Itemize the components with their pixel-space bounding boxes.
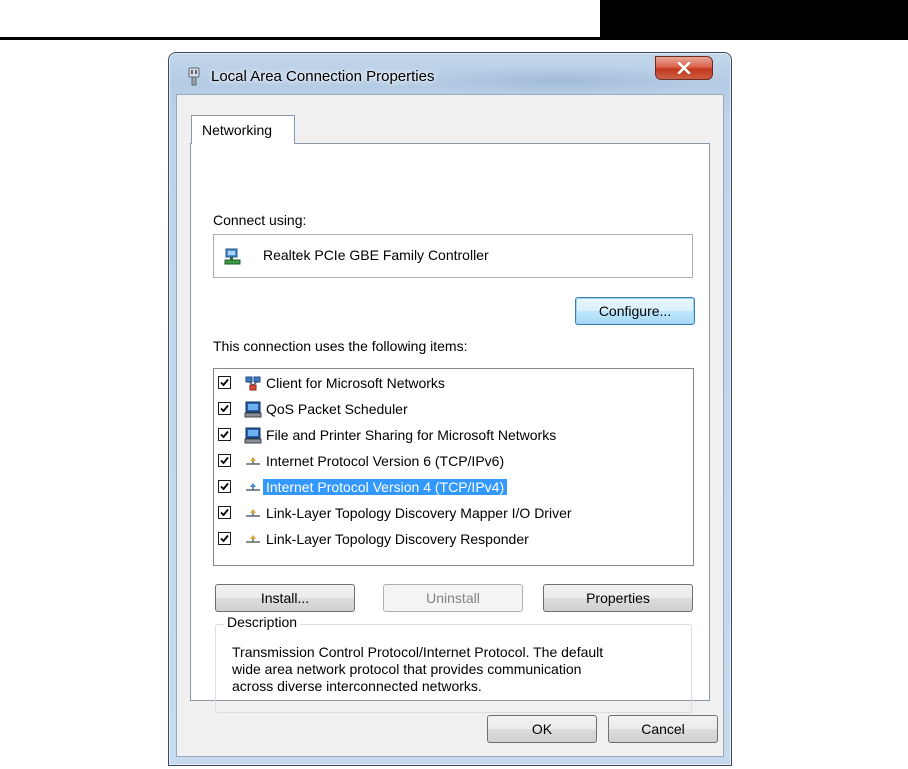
checkmark-icon [220,456,229,465]
list-item-label: Client for Microsoft Networks [266,375,445,391]
list-item-label: Link-Layer Topology Discovery Responder [266,531,529,547]
list-item-label: Internet Protocol Version 6 (TCP/IPv6) [266,453,505,469]
components-list[interactable]: Client for Microsoft Networks QoS Packet… [213,368,694,566]
checkbox[interactable] [218,506,231,519]
checkbox[interactable] [218,376,231,389]
network-adapter-icon [224,248,241,265]
checkbox[interactable] [218,480,231,493]
dialog-client-area: Networking Connect using: Realtek PCIe G… [176,94,724,757]
checkmark-icon [220,534,229,543]
checkbox[interactable] [218,402,231,415]
description-label: Description [224,614,301,630]
adapter-field: Realtek PCIe GBE Family Controller [213,234,693,278]
protocol-icon [246,509,260,517]
checkmark-icon [220,378,229,387]
items-label: This connection uses the following items… [213,338,468,354]
install-button[interactable]: Install... [215,584,355,612]
description-text: Transmission Control Protocol/Internet P… [232,644,672,695]
uninstall-button[interactable]: Uninstall [383,584,523,612]
list-item-label: Link-Layer Topology Discovery Mapper I/O… [266,505,572,521]
properties-button[interactable]: Properties [543,584,693,612]
description-line: Transmission Control Protocol/Internet P… [232,644,604,660]
list-item-label: File and Printer Sharing for Microsoft N… [266,427,557,443]
dialog-title: Local Area Connection Properties [211,68,435,85]
tab-networking[interactable]: Networking [191,115,295,144]
configure-button[interactable]: Configure... [575,297,695,325]
computer-service-icon [244,401,262,418]
list-item[interactable]: Link-Layer Topology Discovery Mapper I/O… [214,503,693,525]
checkmark-icon [220,482,229,491]
protocol-icon [246,483,260,491]
protocol-icon [246,457,260,465]
close-icon [677,62,691,74]
cancel-button[interactable]: Cancel [608,715,718,743]
connect-using-label: Connect using: [213,212,307,228]
networking-tab-panel: Connect using: Realtek PCIe GBE Family C… [190,143,710,713]
checkmark-icon [220,430,229,439]
computer-service-icon [244,427,262,444]
description-line: wide area network protocol that provides… [232,661,582,677]
page-header-block [600,0,908,40]
list-item[interactable]: Client for Microsoft Networks [214,373,693,395]
checkbox[interactable] [218,532,231,545]
checkbox[interactable] [218,428,231,441]
protocol-icon [246,535,260,543]
ok-button[interactable]: OK [487,715,597,743]
network-client-icon [245,376,261,391]
checkmark-icon [220,508,229,517]
page-header-rule [0,37,600,40]
list-item[interactable]: Internet Protocol Version 4 (TCP/IPv4) [214,477,693,499]
description-line: across diverse interconnected networks. [232,678,482,694]
adapter-name: Realtek PCIe GBE Family Controller [263,247,489,263]
list-item[interactable]: QoS Packet Scheduler [214,399,693,421]
properties-dialog: Local Area Connection Properties Network… [168,52,732,766]
list-item[interactable]: Link-Layer Topology Discovery Responder [214,529,693,551]
checkbox[interactable] [218,454,231,467]
network-connection-icon [188,67,200,86]
list-item-label: QoS Packet Scheduler [266,401,408,417]
list-item-label: Internet Protocol Version 4 (TCP/IPv4) [263,479,508,495]
checkmark-icon [220,404,229,413]
close-button[interactable] [655,56,713,80]
tab-networking-label: Networking [202,122,273,138]
list-item[interactable]: File and Printer Sharing for Microsoft N… [214,425,693,447]
list-item[interactable]: Internet Protocol Version 6 (TCP/IPv6) [214,451,693,473]
